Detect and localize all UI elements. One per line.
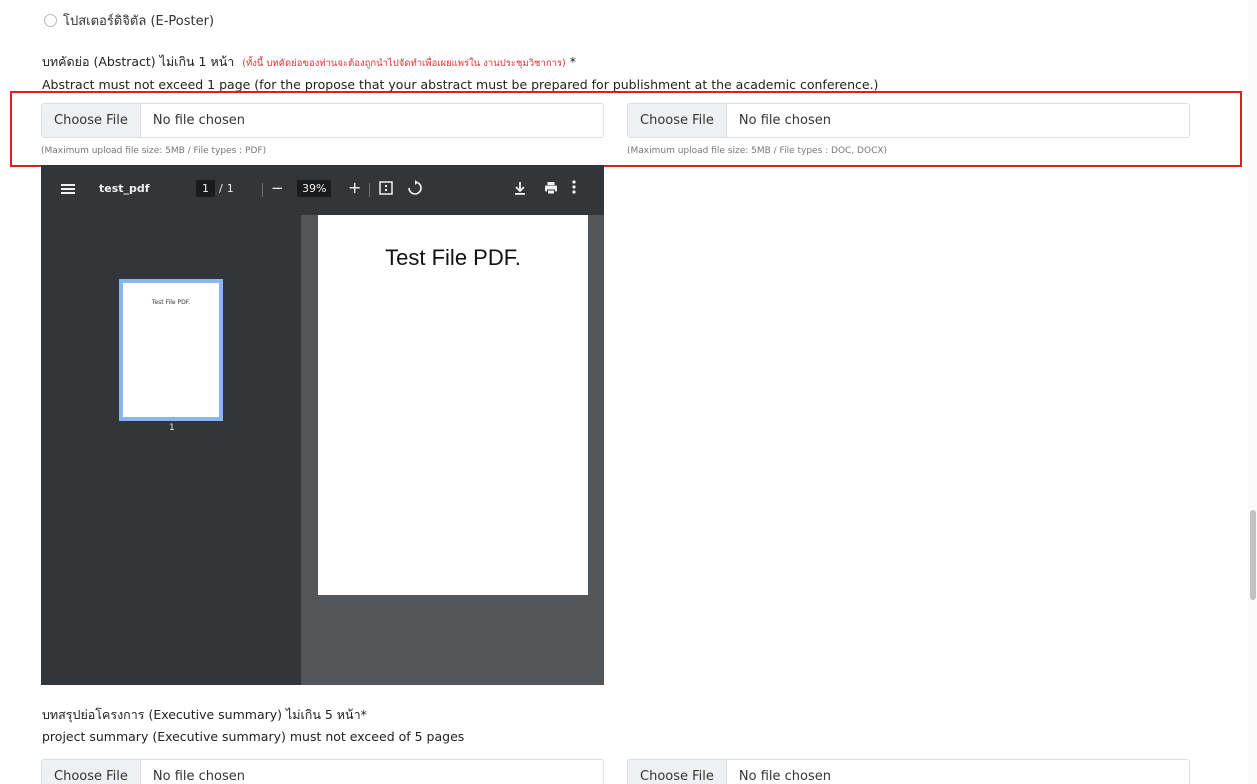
page-scrollbar[interactable] (1248, 0, 1257, 784)
required-mark: * (569, 54, 576, 69)
download-icon[interactable] (514, 181, 526, 195)
abstract-label-text: บทคัดย่อ (Abstract) ไม่เกิน 1 หน้า (42, 54, 235, 69)
fit-page-icon[interactable] (379, 181, 393, 195)
scrollbar-thumb[interactable] (1250, 510, 1256, 600)
zoom-value: 39% (297, 180, 332, 197)
page-indicator: 1 / 1 (196, 180, 234, 197)
choose-file-button[interactable]: Choose File (42, 104, 141, 137)
executive-doc-file-input[interactable]: Choose File No file chosen (627, 759, 1190, 784)
abstract-pdf-file-input[interactable]: Choose File No file chosen (41, 103, 604, 138)
abstract-pdf-hint: (Maximum upload file size: 5MB / File ty… (41, 146, 267, 156)
zoom-out-icon[interactable]: − (271, 179, 284, 197)
pdf-page-text: Test File PDF. (385, 245, 521, 270)
choose-file-button[interactable]: Choose File (628, 104, 727, 137)
pdf-thumbnail-sidebar: Test File PDF. 1 (41, 215, 301, 685)
thumbnail-text: Test File PDF. (151, 299, 191, 306)
page-thumbnail[interactable]: Test File PDF. (119, 279, 223, 421)
abstract-label: บทคัดย่อ (Abstract) ไม่เกิน 1 หน้า (ทั้ง… (42, 52, 576, 72)
pdf-page-area: Test File PDF. (301, 215, 604, 685)
more-options-icon[interactable] (572, 180, 576, 194)
abstract-sub-label: Abstract must not exceed 1 page (for the… (42, 77, 879, 92)
file-status: No file chosen (738, 113, 831, 128)
abstract-doc-hint: (Maximum upload file size: 5MB / File ty… (627, 146, 888, 156)
menu-icon[interactable] (61, 182, 75, 196)
thumbnail-page-number: 1 (169, 423, 175, 433)
toolbar-divider (262, 183, 263, 197)
page-separator: / (219, 182, 223, 195)
executive-summary-label: บทสรุปย่อโครงการ (Executive summary) ไม่… (42, 707, 367, 722)
file-status: No file chosen (738, 769, 831, 784)
executive-pdf-file-input[interactable]: Choose File No file chosen (41, 759, 604, 784)
choose-file-button[interactable]: Choose File (628, 760, 727, 784)
zoom-level[interactable]: 39% (297, 180, 332, 197)
zoom-in-icon[interactable]: + (348, 178, 361, 197)
e-poster-radio-option[interactable]: โปสเตอร์ดิจิตัล (E-Poster) (44, 10, 214, 31)
page-total: 1 (226, 182, 234, 195)
file-status: No file chosen (152, 113, 245, 128)
rotate-icon[interactable] (407, 180, 423, 196)
abstract-note: (ทั้งนี้ บทคัดย่อของท่านจะต้องถูกนำไปจัด… (242, 58, 566, 69)
abstract-doc-file-input[interactable]: Choose File No file chosen (627, 103, 1190, 138)
pdf-page: Test File PDF. (318, 215, 588, 595)
pdf-viewer: test_pdf 1 / 1 − 39% + Test File PDF. 1 … (41, 165, 604, 685)
print-icon[interactable] (544, 181, 558, 195)
toolbar-divider (369, 183, 370, 197)
executive-summary-sub-label: project summary (Executive summary) must… (42, 729, 465, 744)
choose-file-button[interactable]: Choose File (42, 760, 141, 784)
pdf-toolbar: test_pdf 1 / 1 − 39% + (41, 165, 604, 215)
file-status: No file chosen (152, 769, 245, 784)
radio-label: โปสเตอร์ดิจิตัล (E-Poster) (63, 14, 215, 29)
page-number-input[interactable]: 1 (196, 180, 215, 197)
pdf-title: test_pdf (99, 182, 150, 195)
radio-button[interactable] (44, 14, 57, 27)
